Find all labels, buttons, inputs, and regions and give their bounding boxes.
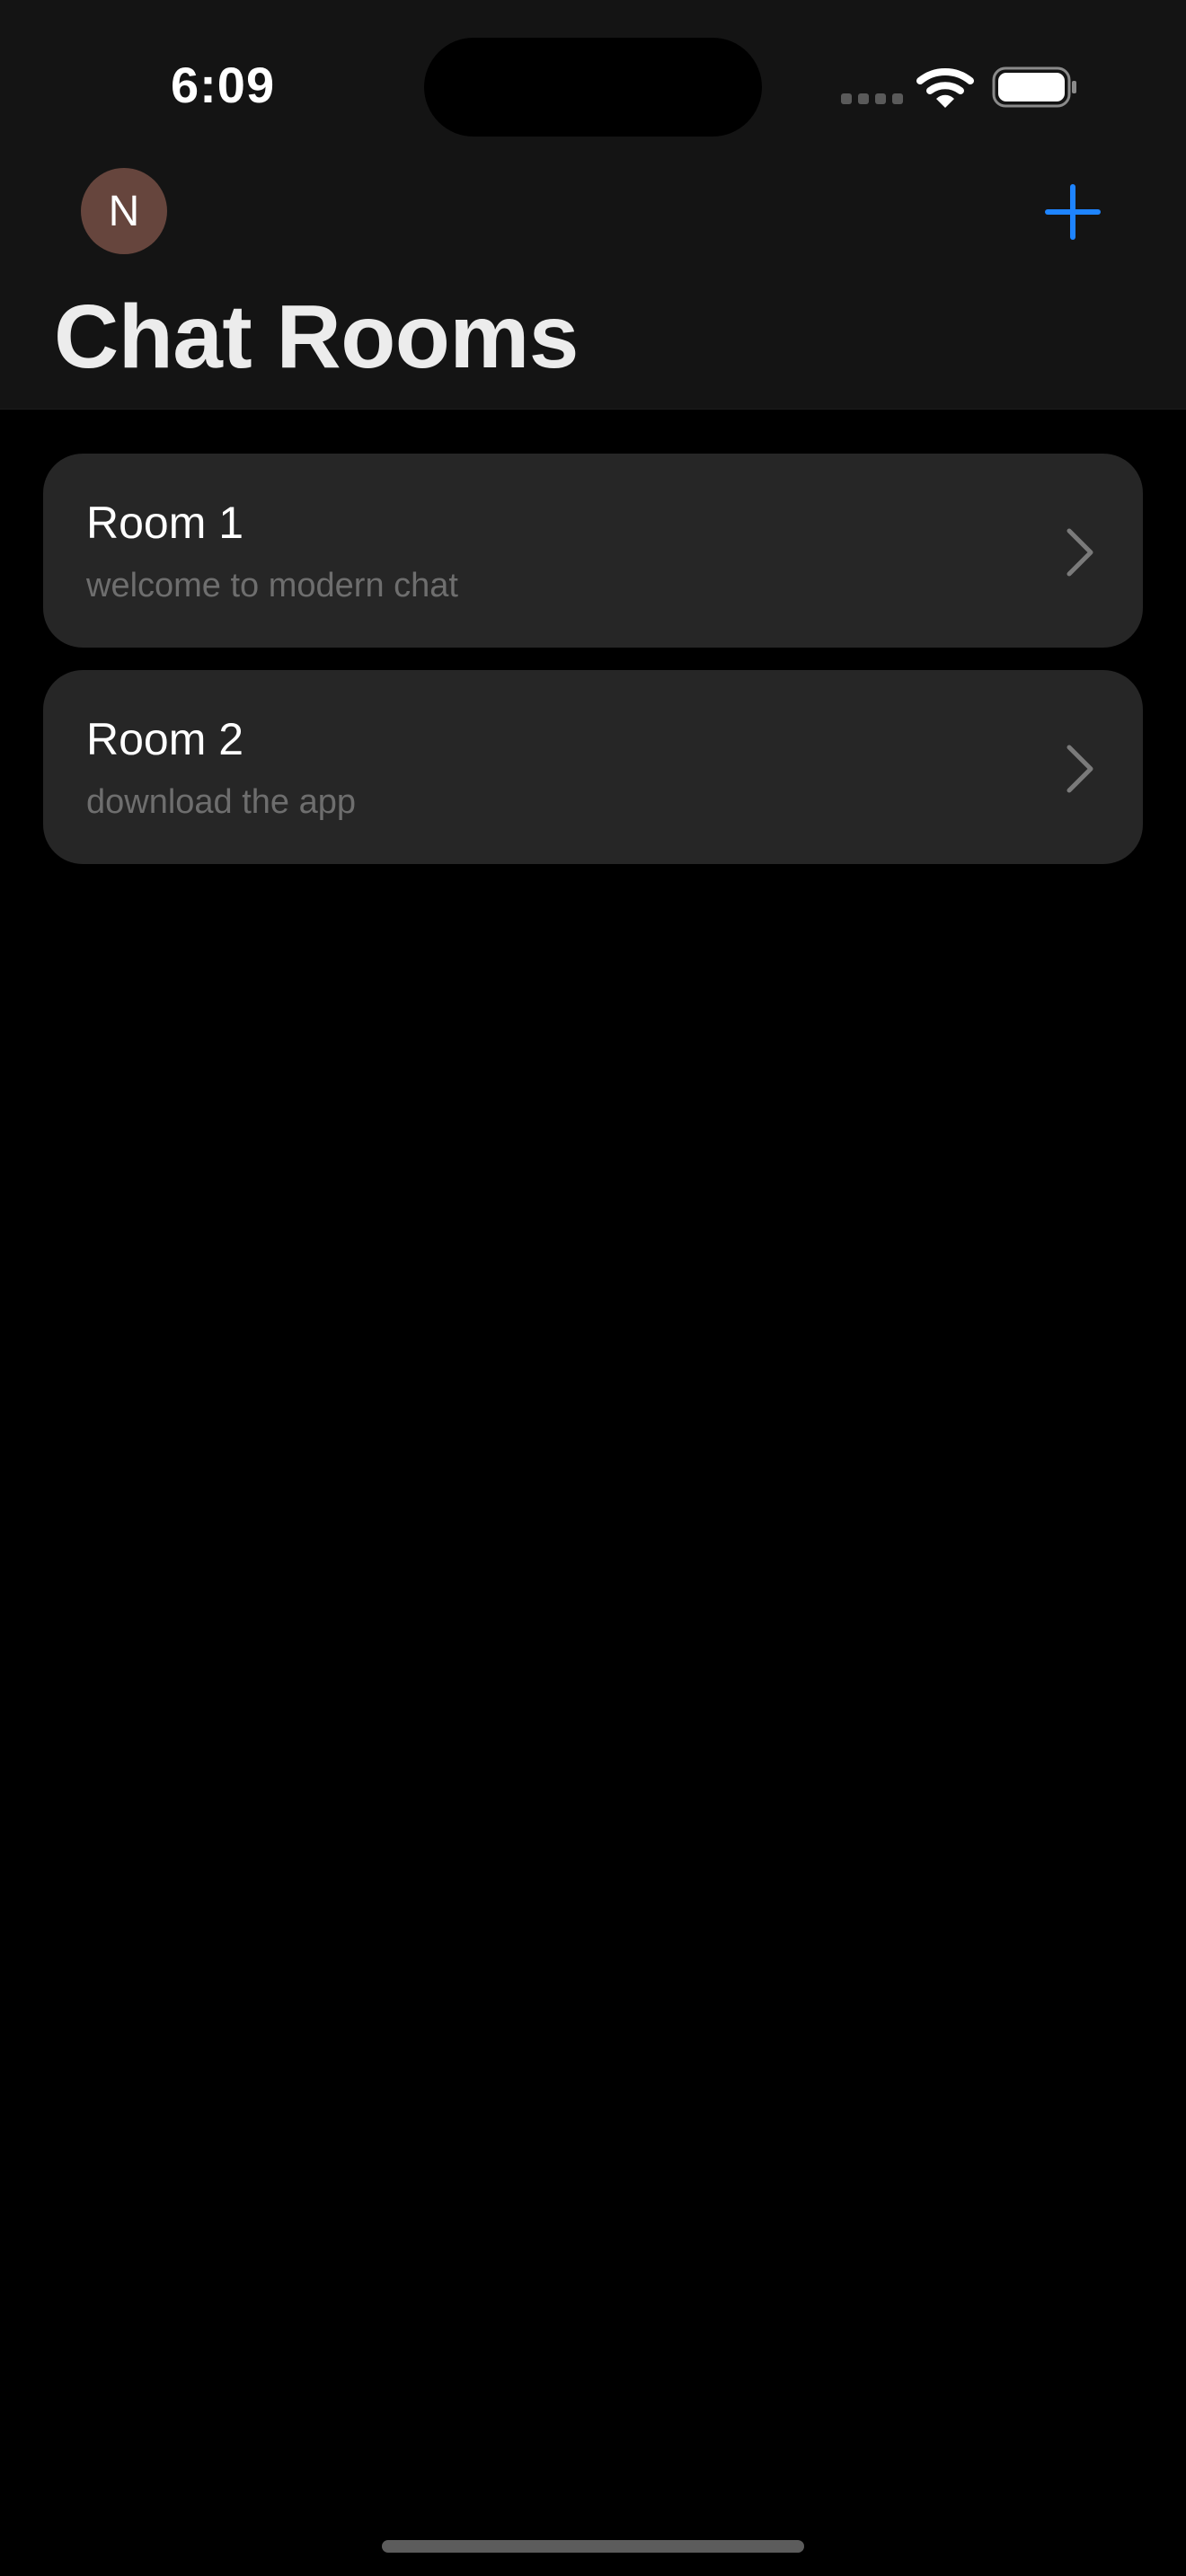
- status-time: 6:09: [171, 57, 276, 113]
- navigation-header: 6:09 N Chat Rooms: [0, 0, 1186, 410]
- plus-icon: [1045, 184, 1101, 240]
- chevron-right-icon: [1067, 745, 1093, 793]
- avatar-initial: N: [108, 187, 140, 235]
- room-list-item[interactable]: Room 2 download the app: [43, 670, 1143, 864]
- room-name: Room 1: [86, 498, 244, 548]
- avatar[interactable]: N: [81, 168, 167, 254]
- room-last-message: welcome to modern chat: [86, 567, 458, 604]
- room-list-item[interactable]: Room 1 welcome to modern chat: [43, 454, 1143, 648]
- room-last-message: download the app: [86, 783, 357, 821]
- home-indicator[interactable]: [382, 2540, 804, 2553]
- add-room-button[interactable]: [1040, 180, 1105, 244]
- dynamic-island: [424, 38, 762, 137]
- wifi-icon: [916, 68, 974, 108]
- page-title: Chat Rooms: [54, 287, 579, 387]
- room-name: Room 2: [86, 714, 244, 764]
- chevron-right-icon: [1067, 528, 1093, 577]
- battery-icon: [992, 66, 1076, 108]
- cellular-signal-icon: [841, 93, 903, 104]
